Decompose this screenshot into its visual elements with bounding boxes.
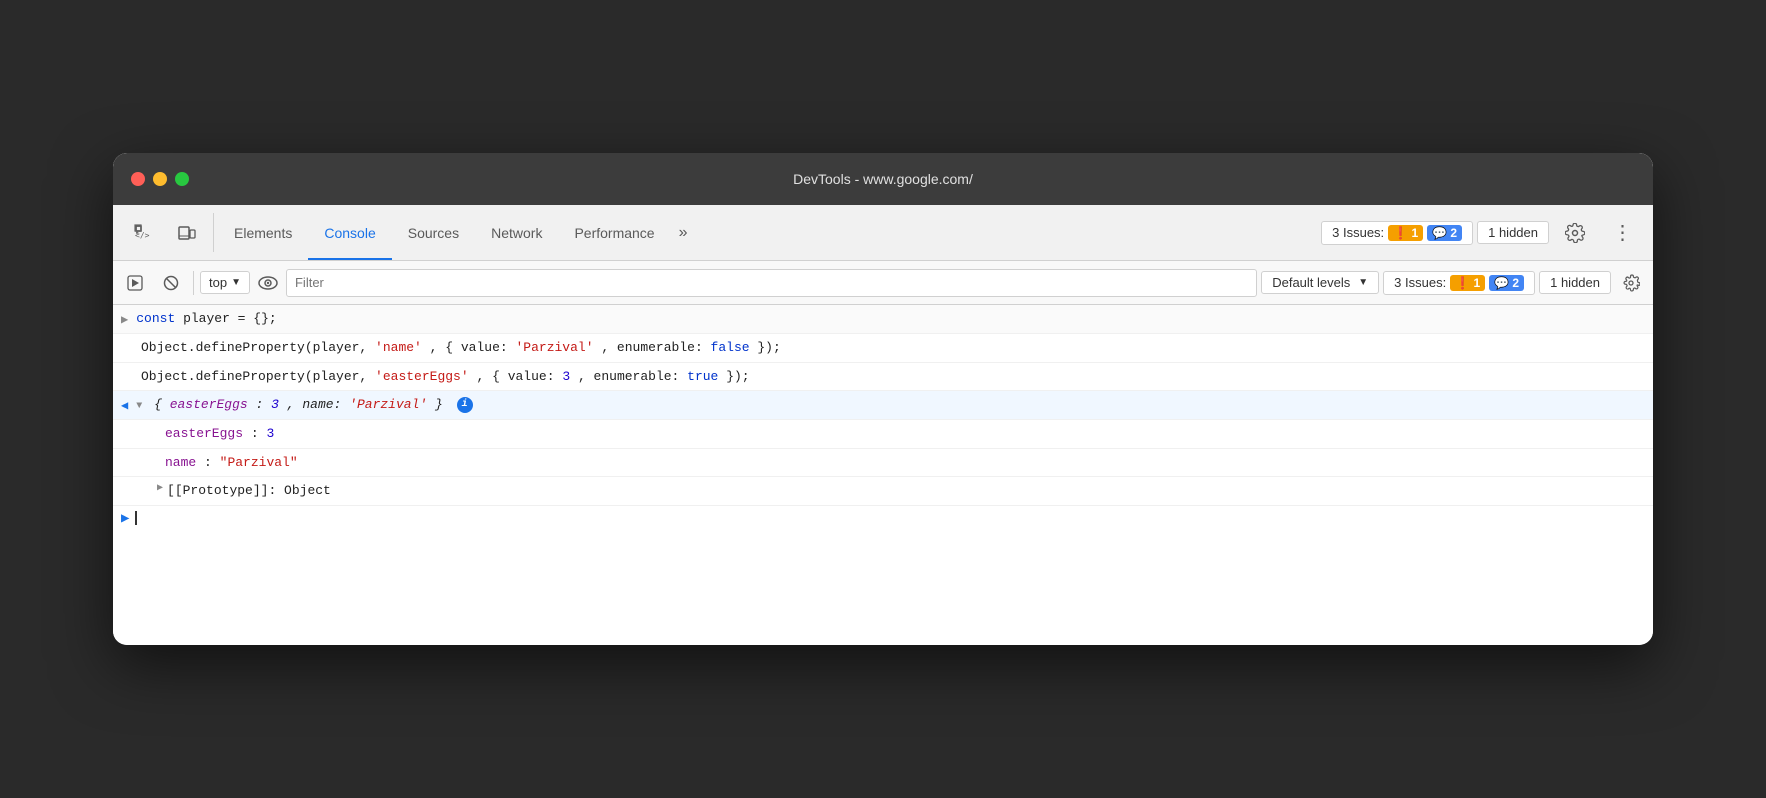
toolbar-warn-badge: ❗ 1 [1450, 275, 1485, 291]
filter-input[interactable] [286, 269, 1257, 297]
execute-button[interactable] [119, 269, 151, 297]
traffic-lights [131, 172, 189, 186]
prompt-arrow: ▶ [121, 510, 129, 527]
tab-console[interactable]: Console [308, 205, 391, 260]
prop-name: name : "Parzival" [113, 449, 1653, 478]
expand-proto-arrow[interactable]: ▶ [157, 481, 163, 496]
levels-dropdown-arrow: ▼ [1358, 277, 1368, 288]
devtools-window: DevTools - www.google.com/ </> Elements [113, 153, 1653, 645]
inspector-icon[interactable]: </> [121, 205, 165, 260]
toolbar-hidden-count[interactable]: 1 hidden [1539, 271, 1611, 294]
hidden-count-button[interactable]: 1 hidden [1477, 221, 1549, 244]
tab-sources[interactable]: Sources [392, 205, 475, 260]
context-selector[interactable]: top ▼ [200, 271, 250, 294]
live-expression-button[interactable] [254, 269, 282, 297]
clear-button[interactable] [155, 269, 187, 297]
console-settings-icon[interactable] [1615, 269, 1647, 297]
console-cursor[interactable] [135, 511, 137, 525]
expand-object-arrow[interactable]: ▼ [136, 401, 142, 412]
issues-button[interactable]: 3 Issues: ❗ 1 💬 2 [1321, 221, 1473, 245]
minimize-button[interactable] [153, 172, 167, 186]
tab-elements[interactable]: Elements [218, 205, 308, 260]
more-options-icon[interactable]: ⋮ [1601, 220, 1645, 245]
prop-easter-eggs: easterEggs : 3 [113, 420, 1653, 449]
svg-text:</>: </> [135, 231, 150, 240]
settings-icon[interactable] [1553, 223, 1597, 243]
toolbar-info-badge: 💬 2 [1489, 275, 1524, 291]
console-prompt: ▶ [113, 506, 1653, 531]
devtools-tab-bar: </> Elements Console Sources Network Per… [113, 205, 1653, 261]
context-dropdown-arrow: ▼ [231, 277, 241, 288]
maximize-button[interactable] [175, 172, 189, 186]
prop-prototype: ▶ [[Prototype]]: Object [113, 477, 1653, 506]
tab-network[interactable]: Network [475, 205, 558, 260]
device-mode-icon[interactable] [165, 205, 209, 260]
close-button[interactable] [131, 172, 145, 186]
info-badge: 💬 2 [1427, 225, 1462, 241]
issues-label: 3 Issues: [1332, 225, 1384, 240]
warn-badge: ❗ 1 [1388, 225, 1423, 241]
object-info-icon[interactable]: i [457, 397, 473, 413]
console-line-output: ◀ ▼ { easterEggs : 3 , name: 'Parzival' … [113, 391, 1653, 420]
console-line-cont-1: Object.defineProperty(player, 'name' , {… [113, 334, 1653, 363]
input-arrow[interactable]: ▶ [121, 311, 128, 329]
window-title: DevTools - www.google.com/ [793, 171, 973, 187]
output-arrow[interactable]: ◀ [121, 397, 128, 415]
tabs-right-section: 3 Issues: ❗ 1 💬 2 1 hidden ⋮ [1321, 205, 1645, 260]
console-line-cont-2: Object.defineProperty(player, 'easterEgg… [113, 363, 1653, 392]
toolbar-issues-button[interactable]: 3 Issues: ❗ 1 💬 2 [1383, 271, 1535, 295]
console-output: ▶ const player = {}; Object.defineProper… [113, 305, 1653, 645]
titlebar: DevTools - www.google.com/ [113, 153, 1653, 205]
tab-performance[interactable]: Performance [558, 205, 670, 260]
more-tabs-button[interactable]: » [671, 205, 696, 260]
log-levels-button[interactable]: Default levels ▼ [1261, 271, 1379, 294]
console-line-input: ▶ const player = {}; [113, 305, 1653, 334]
console-toolbar: top ▼ Default levels ▼ 3 Issues: ❗ 1 💬 2… [113, 261, 1653, 305]
